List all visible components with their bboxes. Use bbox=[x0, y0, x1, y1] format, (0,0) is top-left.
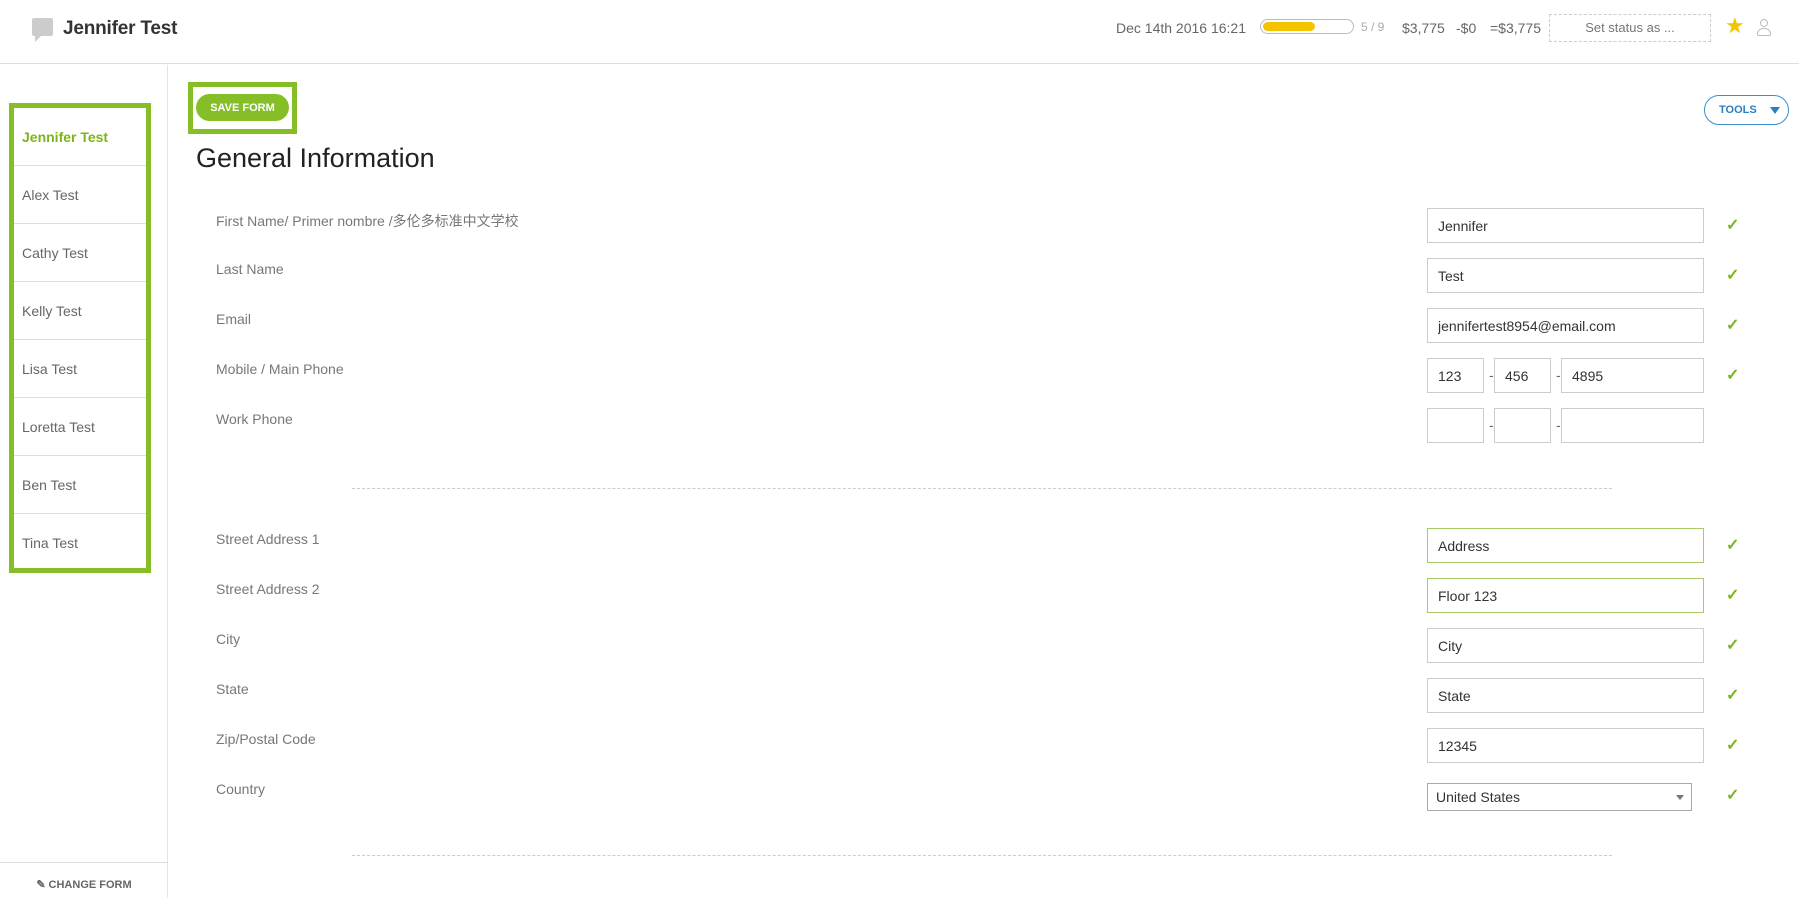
pencil-icon: ✎ bbox=[36, 879, 46, 891]
mobile-phone-line-field[interactable] bbox=[1561, 358, 1704, 393]
change-form-label: CHANGE FORM bbox=[48, 879, 132, 891]
phone-separator: - bbox=[1489, 417, 1494, 433]
caret-down-icon bbox=[1770, 107, 1780, 114]
work-phone-label: Work Phone bbox=[216, 411, 293, 427]
check-icon: ✓ bbox=[1726, 637, 1740, 654]
sidebar-item-lisa-test[interactable]: Lisa Test bbox=[14, 340, 146, 398]
save-form-button[interactable]: SAVE FORM bbox=[196, 94, 289, 121]
progress-bar bbox=[1260, 19, 1354, 34]
section-divider bbox=[352, 855, 1612, 856]
check-icon: ✓ bbox=[1726, 317, 1740, 334]
top-header: Jennifer Test Dec 14th 2016 16:21 5 / 9 … bbox=[0, 0, 1799, 64]
chat-icon[interactable] bbox=[32, 18, 53, 42]
street-address-1-field[interactable] bbox=[1427, 528, 1704, 563]
mobile-phone-area-field[interactable] bbox=[1427, 358, 1484, 393]
zip-field[interactable] bbox=[1427, 728, 1704, 763]
tools-button[interactable]: TOOLS bbox=[1704, 95, 1789, 125]
street-address-2-field[interactable] bbox=[1427, 578, 1704, 613]
check-icon: ✓ bbox=[1726, 537, 1740, 554]
amount-total: $3,775 bbox=[1402, 20, 1445, 36]
section-title: General Information bbox=[196, 143, 435, 173]
mobile-phone-prefix-field[interactable] bbox=[1494, 358, 1551, 393]
tools-label: TOOLS bbox=[1719, 104, 1757, 116]
set-status-button[interactable]: Set status as ... bbox=[1549, 14, 1711, 42]
street-address-2-label: Street Address 2 bbox=[216, 581, 320, 597]
phone-separator: - bbox=[1556, 417, 1561, 433]
first-name-label: First Name/ Primer nombre /多伦多标准中文学校 bbox=[216, 213, 519, 229]
last-name-field[interactable] bbox=[1427, 258, 1704, 293]
star-icon[interactable]: ★ bbox=[1725, 15, 1745, 37]
email-field[interactable] bbox=[1427, 308, 1704, 343]
sidebar-item-loretta-test[interactable]: Loretta Test bbox=[14, 398, 146, 456]
person-list: Jennifer Test Alex Test Cathy Test Kelly… bbox=[9, 103, 151, 573]
sidebar-item-alex-test[interactable]: Alex Test bbox=[14, 166, 146, 224]
sidebar-item-kelly-test[interactable]: Kelly Test bbox=[14, 282, 146, 340]
work-phone-line-field[interactable] bbox=[1561, 408, 1704, 443]
check-icon: ✓ bbox=[1726, 587, 1740, 604]
sidebar-item-ben-test[interactable]: Ben Test bbox=[14, 456, 146, 514]
work-phone-prefix-field[interactable] bbox=[1494, 408, 1551, 443]
zip-label: Zip/Postal Code bbox=[216, 731, 316, 747]
sidebar-item-tina-test[interactable]: Tina Test bbox=[14, 514, 146, 572]
page-title: Jennifer Test bbox=[63, 18, 178, 39]
email-label: Email bbox=[216, 311, 252, 327]
country-label: Country bbox=[216, 781, 266, 797]
city-field[interactable] bbox=[1427, 628, 1704, 663]
country-value: United States bbox=[1436, 789, 1521, 805]
amount-result: =$3,775 bbox=[1490, 20, 1541, 36]
sidebar-item-cathy-test[interactable]: Cathy Test bbox=[14, 224, 146, 282]
progress-fill bbox=[1263, 22, 1315, 31]
state-label: State bbox=[216, 681, 249, 697]
street-address-1-label: Street Address 1 bbox=[216, 531, 320, 547]
check-icon: ✓ bbox=[1726, 787, 1740, 804]
amount-minus: -$0 bbox=[1456, 20, 1477, 36]
country-select[interactable]: United States bbox=[1427, 783, 1692, 811]
last-name-label: Last Name bbox=[216, 261, 284, 277]
chevron-down-icon bbox=[1676, 795, 1684, 800]
progress-text: 5 / 9 bbox=[1361, 20, 1385, 34]
check-icon: ✓ bbox=[1726, 217, 1740, 234]
section-divider bbox=[352, 488, 1612, 489]
work-phone-area-field[interactable] bbox=[1427, 408, 1484, 443]
change-form-button[interactable]: ✎ CHANGE FORM bbox=[0, 862, 168, 898]
check-icon: ✓ bbox=[1726, 267, 1740, 284]
sidebar-item-jennifer-test[interactable]: Jennifer Test bbox=[14, 108, 146, 166]
state-field[interactable] bbox=[1427, 678, 1704, 713]
phone-separator: - bbox=[1489, 367, 1494, 383]
first-name-field[interactable] bbox=[1427, 208, 1704, 243]
check-icon: ✓ bbox=[1726, 687, 1740, 704]
check-icon: ✓ bbox=[1726, 737, 1740, 754]
phone-separator: - bbox=[1556, 367, 1561, 383]
sidebar: Jennifer Test Alex Test Cathy Test Kelly… bbox=[0, 65, 168, 898]
save-form-highlight: SAVE FORM bbox=[188, 82, 297, 134]
check-icon: ✓ bbox=[1726, 367, 1740, 384]
city-label: City bbox=[216, 631, 241, 647]
mobile-phone-label: Mobile / Main Phone bbox=[216, 361, 344, 377]
user-icon[interactable] bbox=[1757, 19, 1771, 37]
header-datetime: Dec 14th 2016 16:21 bbox=[1116, 20, 1246, 36]
